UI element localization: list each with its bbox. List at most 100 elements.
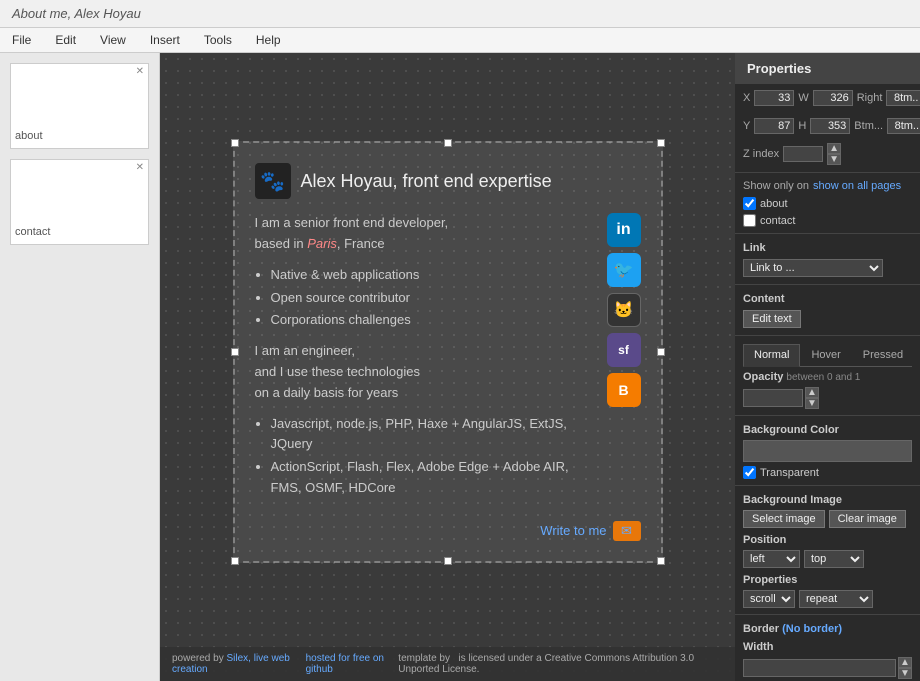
bg-image-label: Background Image <box>735 490 920 508</box>
resize-handle-tl[interactable] <box>231 139 239 147</box>
card-body: I am a senior front end developer, based… <box>255 213 641 509</box>
resize-handle-bl[interactable] <box>231 557 239 565</box>
page-thumbnail-contact[interactable]: ✕ contact <box>10 159 149 245</box>
social-twitter[interactable]: 🐦 <box>607 253 641 287</box>
menu-insert[interactable]: Insert <box>146 31 184 49</box>
bg-color-label: Background Color <box>735 420 920 438</box>
close-contact-icon[interactable]: ✕ <box>136 162 144 173</box>
email-icon: ✉ <box>613 521 641 541</box>
repeat-dropdown[interactable]: repeat no-repeat repeat-x repeat-y <box>799 590 873 608</box>
bullet-list-1: Native & web applications Open source co… <box>271 265 597 331</box>
menu-file[interactable]: File <box>8 31 35 49</box>
menu-help[interactable]: Help <box>252 31 285 49</box>
checkbox-contact-row: contact <box>735 212 920 229</box>
main-layout: ✕ about ✕ contact 🐾 Alex Hoyau, front en… <box>0 53 920 681</box>
title-bar: About me, Alex Hoyau <box>0 0 920 28</box>
page-label-about: about <box>15 128 144 144</box>
social-scriptfeeder[interactable]: sf <box>607 333 641 367</box>
close-about-icon[interactable]: ✕ <box>136 66 144 77</box>
link-section-label: Link <box>735 238 920 256</box>
w-input[interactable] <box>813 90 853 106</box>
border-down-spinner[interactable]: ▼ <box>898 668 912 679</box>
checkbox-contact-label: contact <box>760 215 795 227</box>
transparent-checkbox[interactable] <box>743 466 756 479</box>
menu-tools[interactable]: Tools <box>200 31 236 49</box>
divider-7 <box>735 614 920 615</box>
divider-2 <box>735 233 920 234</box>
bullet-list-2: Javascript, node.js, PHP, Haxe + Angular… <box>271 414 597 499</box>
wh-row: Y H Btm... ▲ ▼ <box>735 112 920 140</box>
hosted-by-link[interactable]: hosted for free on github <box>306 653 399 675</box>
resize-handle-ml[interactable] <box>231 348 239 356</box>
zindex-input[interactable] <box>783 146 823 162</box>
zindex-row: Z index ▲ ▼ <box>735 140 920 168</box>
clear-image-button[interactable]: Clear image <box>829 510 906 528</box>
border-width-input[interactable] <box>743 659 896 677</box>
checkbox-contact[interactable] <box>743 214 756 227</box>
opacity-label: Opacity between 0 and 1 <box>735 367 920 385</box>
resize-handle-mr[interactable] <box>657 348 665 356</box>
thumb-preview-about <box>15 68 144 128</box>
position-row: left center right top center bottom <box>735 548 920 570</box>
content-section-label: Content <box>735 289 920 307</box>
bottom-input[interactable] <box>887 118 920 134</box>
no-border-link-text[interactable]: No border <box>786 623 839 635</box>
resize-handle-bm[interactable] <box>444 557 452 565</box>
thumb-preview-contact <box>15 164 144 224</box>
checkbox-about-label: about <box>760 198 788 210</box>
divider-5 <box>735 415 920 416</box>
page-thumbnail-about[interactable]: ✕ about <box>10 63 149 149</box>
app-title: About me, Alex Hoyau <box>12 6 141 21</box>
edit-text-row: Edit text <box>735 307 920 331</box>
menu-edit[interactable]: Edit <box>51 31 80 49</box>
position-top-dropdown[interactable]: top center bottom <box>804 550 864 568</box>
tab-pressed[interactable]: Pressed <box>852 344 914 366</box>
opacity-up-spinner[interactable]: ▲ <box>805 387 819 398</box>
y-input[interactable] <box>754 118 794 134</box>
select-image-button[interactable]: Select image <box>743 510 825 528</box>
content-card[interactable]: 🐾 Alex Hoyau, front end expertise I am a… <box>233 141 663 563</box>
border-width-row: ▲ ▼ <box>743 657 912 679</box>
tab-hover[interactable]: Hover <box>800 344 851 366</box>
tab-normal[interactable]: Normal <box>743 344 800 367</box>
divider-3 <box>735 284 920 285</box>
canvas-footer: powered by Silex, live web creation host… <box>160 647 735 681</box>
divider-6 <box>735 485 920 486</box>
menu-view[interactable]: View <box>96 31 130 49</box>
list-item: Corporations challenges <box>271 310 597 331</box>
opacity-down-spinner[interactable]: ▼ <box>805 398 819 409</box>
show-all-pages-link[interactable]: show on all pages <box>813 180 901 192</box>
border-up-spinner[interactable]: ▲ <box>898 657 912 668</box>
bg-color-box[interactable] <box>743 440 912 462</box>
resize-handle-tm[interactable] <box>444 139 452 147</box>
width-label: Width <box>735 637 920 655</box>
transparent-row: Transparent <box>735 464 920 481</box>
social-blogger[interactable]: B <box>607 373 641 407</box>
position-left-dropdown[interactable]: left center right <box>743 550 800 568</box>
zindex-up-spinner[interactable]: ▲ <box>827 143 841 154</box>
zindex-down-spinner[interactable]: ▼ <box>827 154 841 165</box>
opacity-input[interactable] <box>743 389 803 407</box>
transparent-label: Transparent <box>760 467 819 479</box>
card-title: Alex Hoyau, front end expertise <box>301 171 552 192</box>
scroll-dropdown[interactable]: scroll fixed <box>743 590 795 608</box>
canvas-area[interactable]: 🐾 Alex Hoyau, front end expertise I am a… <box>160 53 735 681</box>
link-dropdown[interactable]: Link to ... <box>743 259 883 277</box>
social-github[interactable]: 🐱 <box>607 293 641 327</box>
card-text: I am a senior front end developer, based… <box>255 213 597 509</box>
resize-handle-tr[interactable] <box>657 139 665 147</box>
social-linkedin[interactable]: in <box>607 213 641 247</box>
bg-image-buttons: Select image Clear image <box>735 508 920 530</box>
intro-text: I am a senior front end developer, based… <box>255 213 597 255</box>
checkbox-about[interactable] <box>743 197 756 210</box>
border-label: Border (No border) <box>735 619 920 637</box>
h-input[interactable] <box>810 118 850 134</box>
x-input[interactable] <box>754 90 794 106</box>
menu-bar: File Edit View Insert Tools Help <box>0 28 920 53</box>
right-input[interactable] <box>886 90 920 106</box>
edit-text-button[interactable]: Edit text <box>743 310 801 328</box>
resize-handle-br[interactable] <box>657 557 665 565</box>
show-only-row: Show only on show on all pages <box>735 177 920 195</box>
properties-label: Properties <box>735 570 920 588</box>
card-write-to-me[interactable]: Write to me ✉ <box>255 521 641 541</box>
